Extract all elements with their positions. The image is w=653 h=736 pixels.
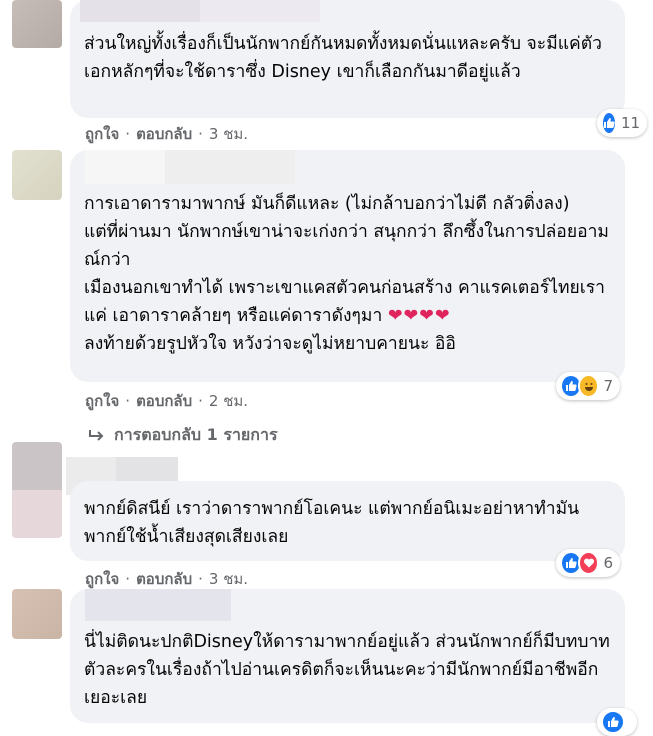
comment-text-segment: เมืองนอกเขาทำได้ เพราะเขาแคสตัวคนก่อนสร้…	[84, 278, 606, 326]
reaction-summary[interactable]: 7	[556, 372, 620, 400]
haha-reaction-icon	[577, 374, 600, 398]
timestamp[interactable]: 2 ชม.	[209, 392, 248, 410]
reply-link[interactable]: ตอบกลับ	[136, 125, 192, 143]
reply-arrow-icon	[89, 429, 104, 441]
view-replies-link[interactable]: การตอบกลับ 1 รายการ	[88, 423, 278, 448]
comment-bubble: การเอาดารามาพากษ์ มันก็ดีแหละ (ไม่กล้าบอ…	[70, 150, 625, 382]
reply-link[interactable]: ตอบกลับ	[136, 392, 192, 410]
reaction-summary[interactable]: 11	[597, 109, 647, 137]
like-link[interactable]: ถูกใจ	[85, 570, 119, 588]
avatar[interactable]	[12, 0, 62, 48]
like-link[interactable]: ถูกใจ	[85, 125, 119, 143]
comment-text-line-1: การเอาดารามาพากษ์ มันก็ดีแหละ (ไม่กล้าบอ…	[84, 194, 570, 214]
avatar[interactable]	[12, 589, 62, 639]
comment-actions: ถูกใจ · ตอบกลับ · 3 ชม.	[85, 570, 249, 588]
timestamp[interactable]: 3 ชม.	[209, 125, 248, 143]
like-reaction-icon	[601, 710, 625, 734]
author-name-redacted[interactable]	[85, 589, 231, 621]
comment-bubble: ส่วนใหญ่ทั้งเรื่องก็เป็นนักพากย์กันหมดทั…	[70, 0, 625, 118]
like-link[interactable]: ถูกใจ	[85, 392, 119, 410]
reaction-summary[interactable]: 6	[556, 549, 620, 577]
timestamp[interactable]: 3 ชม.	[209, 570, 248, 588]
like-reaction-icon	[601, 111, 617, 135]
comment-actions: ถูกใจ · ตอบกลับ · 3 ชม.	[85, 125, 249, 143]
comment-text-line-2: แต่ที่ผ่านมา นักพากษ์เขาน่าจะเก่งกว่า สน…	[84, 222, 609, 270]
reaction-count: 7	[603, 377, 613, 395]
avatar[interactable]	[12, 442, 62, 538]
comment-text: พากย์ดิสนีย์ เราว่าดาราพากย์โอเคนะ แต่พา…	[84, 499, 580, 547]
author-name-redacted[interactable]	[85, 150, 295, 184]
comment-text-line-3: เมืองนอกเขาทำได้ เพราะเขาแคสตัวคนก่อนสร้…	[84, 274, 611, 330]
comment-bubble: พากย์ดิสนีย์ เราว่าดาราพากย์โอเคนะ แต่พา…	[70, 481, 625, 561]
replies-label: การตอบกลับ 1 รายการ	[114, 425, 278, 444]
comment-text-line-4: ลงท้ายด้วยรูปหัวใจ หวังว่าจะดูไม่หยาบคาย…	[84, 334, 456, 354]
reaction-count: 6	[603, 554, 613, 572]
reply-link[interactable]: ตอบกลับ	[136, 570, 192, 588]
love-reaction-icon	[577, 551, 600, 575]
heart-emojis: ❤❤❤❤	[387, 306, 451, 326]
comment-actions: ถูกใจ · ตอบกลับ · 2 ชม.	[85, 392, 249, 410]
avatar[interactable]	[12, 150, 62, 200]
reaction-summary[interactable]	[597, 708, 637, 736]
author-name-redacted[interactable]	[80, 0, 320, 22]
reaction-count: 11	[621, 114, 641, 132]
